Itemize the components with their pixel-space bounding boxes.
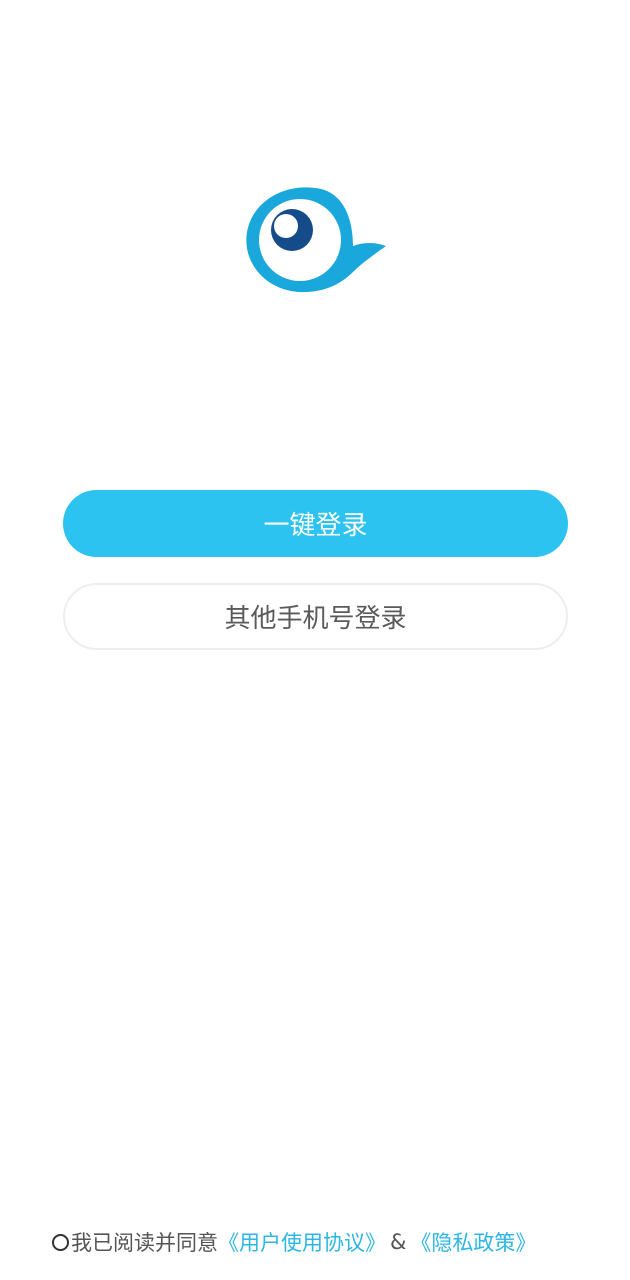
agreement-separator: &	[390, 1230, 407, 1254]
app-logo-icon	[243, 182, 387, 296]
agreement-prefix: 我已阅读并同意	[71, 1231, 218, 1255]
other-phone-login-button[interactable]: 其他手机号登录	[63, 583, 568, 650]
one-click-login-button[interactable]: 一键登录	[63, 490, 568, 557]
agreement-row: 我已阅读并同意 《用户使用协议》 & 《隐私政策》	[52, 1224, 536, 1260]
radio-unchecked-icon[interactable]	[52, 1233, 69, 1251]
privacy-policy-link[interactable]: 《隐私政策》	[410, 1227, 536, 1257]
user-agreement-link[interactable]: 《用户使用协议》	[218, 1227, 386, 1257]
